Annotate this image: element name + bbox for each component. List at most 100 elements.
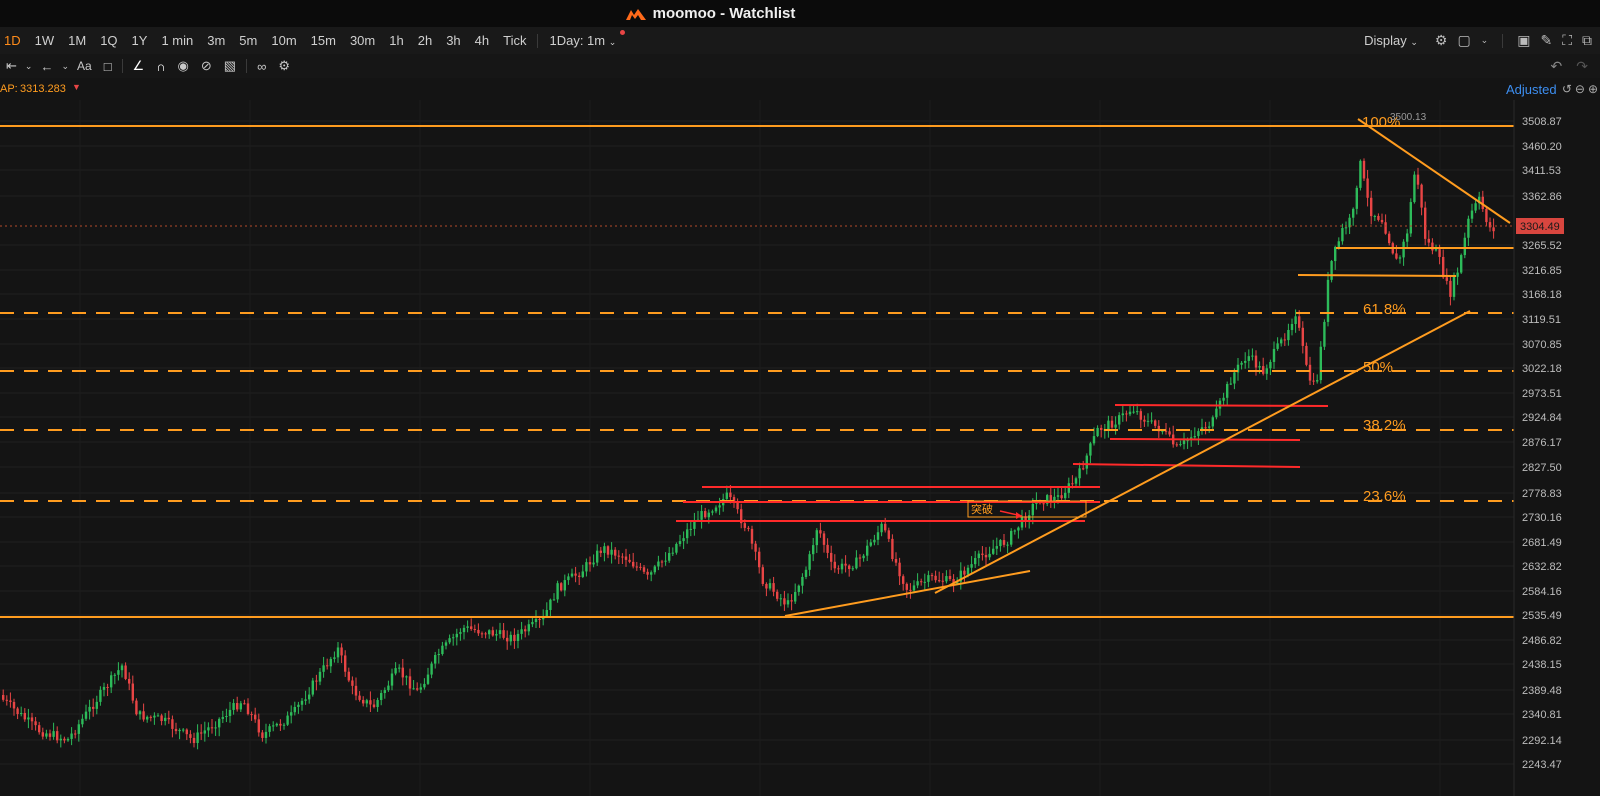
interval-dropdown[interactable]: 1Day: 1m ⌄: [542, 33, 623, 48]
candle: [1154, 420, 1157, 426]
candle: [452, 637, 455, 639]
zoom-out-icon[interactable]: ⊖: [1575, 82, 1585, 96]
arrow-left-icon[interactable]: ←: [34, 59, 59, 74]
adjusted-toggle[interactable]: Adjusted: [1506, 82, 1558, 97]
candle: [110, 675, 113, 688]
fullscreen-icon[interactable]: ⛶: [1562, 32, 1572, 49]
title-bar: moomoo - Watchlist: [0, 0, 1600, 27]
tab-1w[interactable]: 1W: [28, 33, 62, 48]
candle: [934, 575, 937, 581]
tab-4h[interactable]: 4h: [468, 33, 496, 48]
candle: [437, 654, 440, 656]
chevron-down-icon[interactable]: ⌄: [23, 61, 35, 72]
hline-icon[interactable]: ⇤: [0, 58, 23, 74]
candle: [779, 598, 782, 600]
candle: [174, 728, 178, 732]
candle: [974, 558, 977, 565]
toolbar-divider: [537, 33, 539, 48]
trash-icon[interactable]: ▧: [218, 58, 242, 74]
tab-1y[interactable]: 1Y: [125, 33, 155, 48]
candle: [1107, 420, 1110, 430]
chevron-down-icon[interactable]: ⌄: [59, 61, 71, 72]
display-dropdown[interactable]: Display ⌄: [1357, 33, 1425, 48]
square-icon[interactable]: ▢: [1457, 32, 1470, 49]
price-tick-label: 2924.84: [1522, 412, 1562, 424]
zoom-in-icon[interactable]: ⊕: [1588, 82, 1598, 96]
hide-icon[interactable]: ⊘: [195, 58, 218, 74]
candle: [808, 554, 811, 570]
candle: [538, 618, 541, 620]
redo-icon[interactable]: ↷: [1576, 58, 1588, 75]
tab-1h[interactable]: 1h: [382, 33, 410, 48]
pencil-icon[interactable]: ✎: [1540, 32, 1552, 49]
caret-down-icon[interactable]: ▼: [72, 82, 81, 92]
candle: [1456, 272, 1459, 277]
reset-icon[interactable]: ↺: [1562, 82, 1572, 96]
candle: [441, 645, 444, 655]
settings-icon[interactable]: ⚙: [1435, 32, 1448, 49]
candle: [1114, 424, 1117, 428]
candle: [801, 576, 804, 586]
chevron-down-icon[interactable]: ⌄: [1481, 35, 1489, 46]
support-line[interactable]: [1297, 274, 1457, 277]
candle: [1334, 247, 1337, 262]
candle: [113, 674, 116, 676]
comment-icon[interactable]: □: [98, 59, 118, 74]
undo-icon[interactable]: ↶: [1551, 58, 1563, 75]
tab-tick[interactable]: Tick: [496, 33, 533, 48]
candle: [592, 562, 595, 565]
tab-30m[interactable]: 30m: [343, 33, 382, 48]
text-icon[interactable]: Aa: [71, 59, 98, 73]
camera-icon[interactable]: ▣: [1517, 32, 1530, 49]
candle: [984, 554, 988, 558]
drawing-toolbar: ⇤ ⌄ ← ⌄ Aa □ ∠ ∩ ◉ ⊘ ▧ ∞ ⚙ ↶ ↷: [0, 54, 1600, 78]
candle: [1409, 202, 1412, 234]
candle: [279, 723, 282, 726]
candle: [1398, 257, 1402, 259]
candle: [966, 567, 970, 575]
candle: [70, 733, 73, 739]
candle: [77, 724, 80, 734]
candle: [761, 567, 764, 584]
candle: [725, 492, 728, 499]
candle: [930, 575, 934, 577]
eye-icon[interactable]: ◉: [172, 58, 195, 74]
candle: [1143, 419, 1146, 422]
candle: [729, 492, 732, 498]
candle: [1272, 348, 1276, 362]
line-icon[interactable]: ∠: [127, 58, 151, 74]
support-line[interactable]: [1109, 438, 1301, 441]
link-icon[interactable]: ∞: [251, 59, 272, 74]
tab-1d[interactable]: 1D: [0, 33, 28, 48]
candle: [1146, 420, 1150, 422]
tab-1m[interactable]: 1M: [61, 33, 93, 48]
candle: [509, 634, 512, 642]
magnet-icon[interactable]: ∩: [150, 59, 171, 74]
candle: [1085, 455, 1088, 469]
tab-3h[interactable]: 3h: [439, 33, 467, 48]
tab-10m[interactable]: 10m: [264, 33, 303, 48]
candle: [257, 719, 260, 733]
support-line[interactable]: [1114, 404, 1329, 407]
candle: [408, 676, 412, 689]
tab-5m[interactable]: 5m: [232, 33, 264, 48]
candle: [466, 626, 469, 628]
candle: [833, 561, 836, 569]
tab-1min[interactable]: 1 min: [154, 33, 200, 48]
tab-2h[interactable]: 2h: [411, 33, 439, 48]
candle: [650, 572, 653, 575]
candle: [1082, 468, 1085, 470]
candlestick-chart[interactable]: 突破 100% 61.8% 50% 38.2% 23.6% 3500.13 35…: [0, 100, 1600, 796]
candle: [1240, 362, 1243, 365]
candle: [671, 552, 674, 554]
tab-15m[interactable]: 15m: [304, 33, 343, 48]
popout-icon[interactable]: ⧉: [1582, 32, 1592, 49]
candle: [1492, 227, 1495, 232]
candle: [178, 729, 181, 732]
tab-3m[interactable]: 3m: [200, 33, 232, 48]
candle: [2, 695, 5, 700]
candle: [1312, 380, 1315, 382]
settings-icon[interactable]: ⚙: [272, 58, 296, 74]
candle: [228, 709, 232, 717]
tab-1q[interactable]: 1Q: [93, 33, 124, 48]
